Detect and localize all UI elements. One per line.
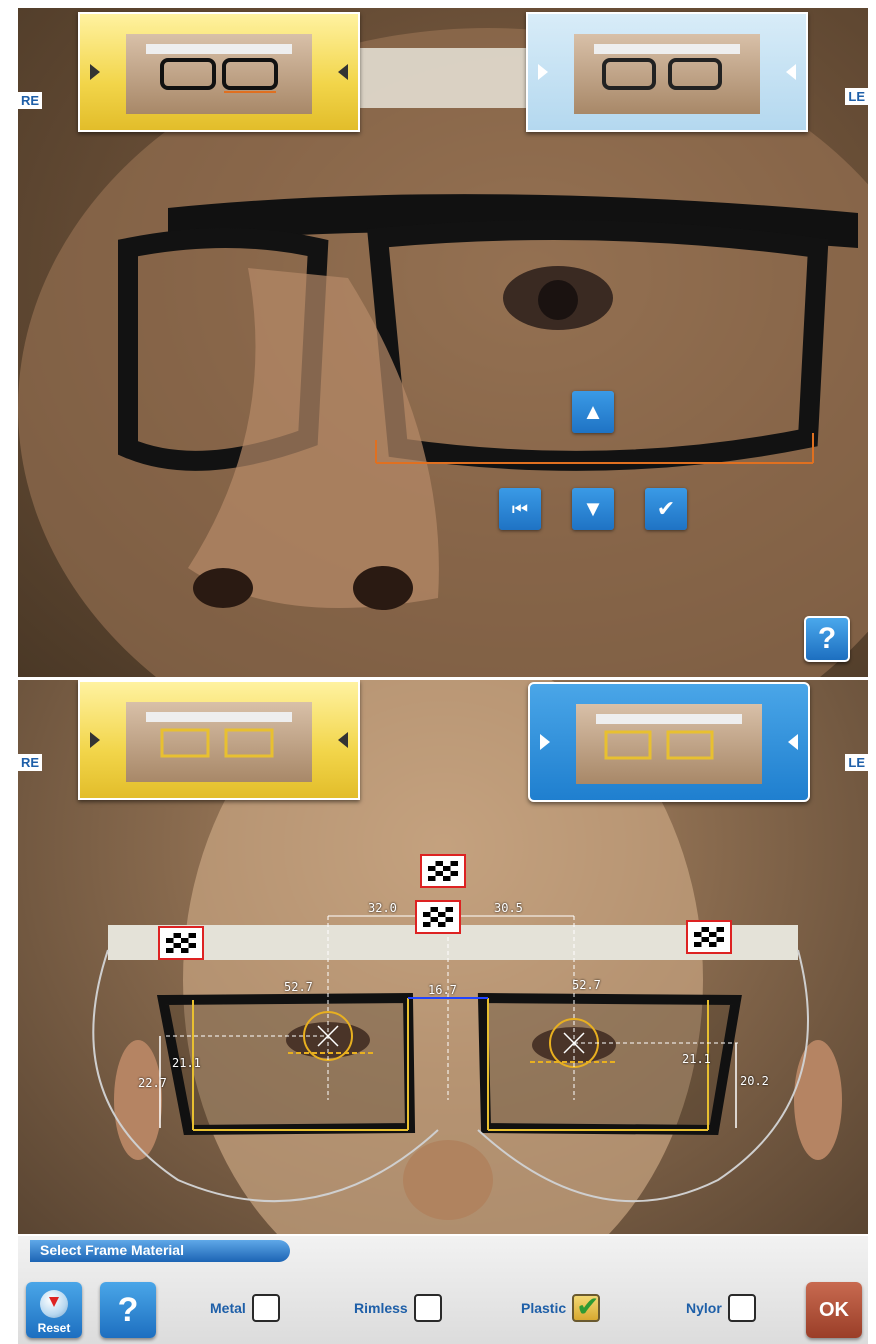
arrow-left-icon: [786, 64, 796, 80]
arrow-left-icon: [788, 734, 798, 750]
thumbnail-image: [126, 702, 312, 782]
thumbnail-image: [576, 704, 762, 784]
triangle-up-icon: ▲: [582, 399, 604, 424]
ok-button[interactable]: OK: [806, 1282, 862, 1338]
frame-material-title: Select Frame Material: [30, 1240, 290, 1262]
thumbnail-image: [574, 34, 760, 114]
clip-marker-left: [158, 926, 204, 960]
material-option-nylor[interactable]: Nylor: [686, 1294, 756, 1322]
confirm-button[interactable]: ✔: [645, 488, 687, 530]
height-right-inner-value: 21.1: [172, 1056, 201, 1070]
move-up-button[interactable]: ▲: [572, 391, 614, 433]
help-button-top[interactable]: ?: [804, 616, 850, 662]
skip-to-start-icon: ⏮: [511, 498, 529, 519]
reset-button[interactable]: Reset: [26, 1282, 82, 1338]
right-eye-label: LE: [845, 754, 868, 771]
checkmark-icon: ✔: [656, 496, 676, 521]
width-left-value: 52.7: [572, 978, 601, 992]
material-label: Plastic: [521, 1300, 567, 1316]
left-eye-thumbnail[interactable]: [528, 682, 810, 802]
width-right-value: 52.7: [284, 980, 313, 994]
height-left-inner-value: 21.1: [682, 1052, 711, 1066]
height-left-outer-value: 20.2: [740, 1074, 769, 1088]
arrow-left-icon: [338, 732, 348, 748]
jump-to-start-button[interactable]: ⏮: [499, 488, 541, 530]
capture-view-bottom: RE LE 32.0 30.5 52.7 52.7 16.7 21.1 21.1…: [18, 680, 868, 1234]
reset-icon: [40, 1290, 68, 1318]
arrow-right-icon: [90, 732, 100, 748]
material-checkbox-metal[interactable]: [251, 1294, 280, 1322]
thumbnail-image: [126, 34, 312, 114]
material-option-plastic[interactable]: Plastic: [521, 1290, 601, 1323]
material-option-metal[interactable]: Metal: [210, 1294, 280, 1322]
material-checkbox-rimless[interactable]: [413, 1294, 442, 1322]
reset-label: Reset: [37, 1321, 71, 1335]
pd-right-value: 32.0: [368, 901, 397, 915]
triangle-down-icon: ▼: [582, 496, 604, 521]
left-eye-thumbnail[interactable]: [526, 12, 808, 132]
material-checkbox-nylor[interactable]: [727, 1294, 756, 1322]
bridge-value: 16.7: [428, 983, 457, 997]
right-eye-thumbnail[interactable]: [78, 680, 360, 800]
material-label: Nylor: [686, 1300, 722, 1316]
height-right-outer-value: 22.7: [138, 1076, 167, 1090]
left-eye-label: RE: [18, 754, 43, 771]
capture-view-top: RE LE ▲ ⏮ ▼ ✔ ?: [18, 8, 868, 677]
material-option-rimless[interactable]: Rimless: [354, 1294, 442, 1322]
clip-marker-top: [420, 854, 466, 888]
material-label: Metal: [210, 1300, 246, 1316]
left-eye-label: RE: [18, 92, 43, 109]
frame-material-bar: Select Frame Material Reset ? Metal Riml…: [18, 1236, 868, 1344]
help-button[interactable]: ?: [100, 1282, 156, 1338]
clip-marker-right: [686, 920, 732, 954]
right-eye-label: LE: [845, 88, 868, 105]
pd-left-value: 30.5: [494, 901, 523, 915]
material-label: Rimless: [354, 1300, 408, 1316]
right-eye-thumbnail[interactable]: [78, 12, 360, 132]
move-down-button[interactable]: ▼: [572, 488, 614, 530]
arrow-right-icon: [538, 64, 548, 80]
arrow-right-icon: [90, 64, 100, 80]
arrow-right-icon: [540, 734, 550, 750]
clip-marker-center: [415, 900, 461, 934]
material-checkbox-plastic[interactable]: [572, 1290, 601, 1323]
arrow-left-icon: [338, 64, 348, 80]
